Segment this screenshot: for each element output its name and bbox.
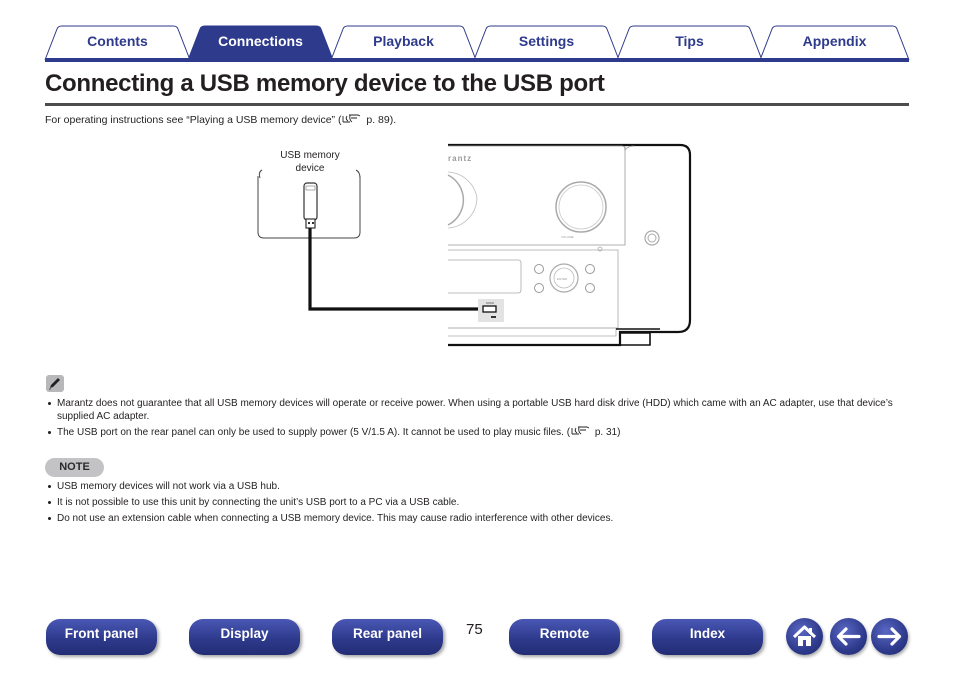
tab-connections[interactable]: Connections: [187, 25, 334, 61]
intro-text: For operating instructions see “Playing …: [45, 114, 396, 126]
arrow-left-icon: [836, 627, 861, 646]
usb-stick-icon: [303, 182, 318, 229]
display-button[interactable]: Display: [189, 619, 300, 655]
tab-label: Contents: [87, 33, 148, 49]
index-button[interactable]: Index: [652, 619, 763, 655]
intro-page-ref[interactable]: p. 89).: [366, 114, 396, 126]
tab-settings[interactable]: Settings: [473, 25, 620, 61]
tab-label: Tips: [675, 33, 704, 49]
tab-appendix[interactable]: Appendix: [759, 25, 910, 61]
tab-label: Appendix: [802, 33, 867, 49]
usb-connection-diagram: rantz VOLUME ENTER USB memory device: [250, 140, 700, 350]
remote-button[interactable]: Remote: [509, 619, 620, 655]
svg-text:ENTER: ENTER: [557, 277, 568, 281]
usb-port: [482, 305, 497, 313]
tabbar-underline: [45, 58, 909, 62]
page-title: Connecting a USB memory device to the US…: [45, 70, 605, 97]
info-page-ref[interactable]: p. 31): [595, 427, 621, 438]
note-item: It is not possible to use this unit by c…: [45, 496, 915, 509]
tab-tips[interactable]: Tips: [616, 25, 763, 61]
brand-logo: rantz: [448, 154, 472, 163]
headphone-jack: [644, 230, 660, 246]
note-badge: NOTE: [45, 458, 104, 477]
usb-label-line2: device: [295, 163, 325, 174]
rear-panel-button[interactable]: Rear panel: [332, 619, 443, 655]
av-receiver-illustration: rantz VOLUME ENTER: [447, 143, 692, 347]
page-reference-icon[interactable]: [571, 426, 591, 436]
pencil-icon: [46, 375, 64, 392]
title-divider: [45, 103, 909, 106]
usb-device-label: USB memory device: [270, 149, 350, 175]
back-button[interactable]: [830, 618, 867, 655]
svg-text:VOLUME: VOLUME: [561, 235, 574, 239]
tab-playback[interactable]: Playback: [330, 25, 477, 61]
page-reference-icon[interactable]: [342, 114, 362, 124]
tab-label: Playback: [373, 33, 434, 49]
page-number: 75: [466, 621, 483, 638]
info-item: Marantz does not guarantee that all USB …: [45, 397, 915, 423]
tab-label: Settings: [518, 33, 575, 49]
note-item: Do not use an extension cable when conne…: [45, 512, 915, 525]
home-button[interactable]: [786, 618, 823, 655]
arrow-right-icon: [877, 627, 902, 646]
usb-label-line1: USB memory: [280, 150, 340, 161]
tab-contents[interactable]: Contents: [44, 25, 191, 61]
info-item: The USB port on the rear panel can only …: [45, 426, 915, 439]
front-panel-button[interactable]: Front panel: [46, 619, 157, 655]
home-icon: [792, 625, 817, 646]
chapter-tabs: Contents Connections Playback Settings T…: [44, 25, 910, 62]
note-item: USB memory devices will not work via a U…: [45, 480, 915, 493]
display-window: [448, 259, 522, 294]
info-list: Marantz does not guarantee that all USB …: [45, 397, 915, 442]
note-list: USB memory devices will not work via a U…: [45, 480, 915, 528]
tab-label: Connections: [218, 33, 303, 49]
forward-button[interactable]: [871, 618, 908, 655]
intro-text-body: For operating instructions see “Playing …: [45, 114, 342, 126]
